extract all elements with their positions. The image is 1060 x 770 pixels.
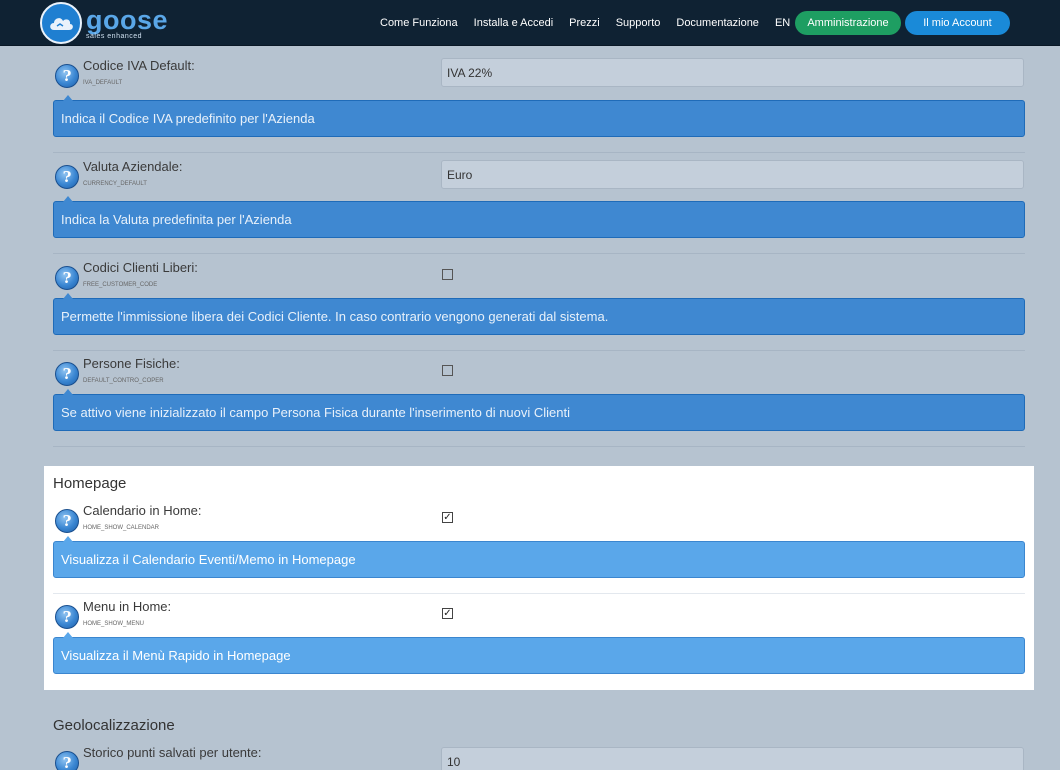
brand-tagline: sales enhanced: [86, 32, 143, 40]
setting-label: Codice IVA Default:: [83, 58, 195, 73]
settings-panel: ? Codice IVA Default: IVA_DEFAULT IVA 22…: [44, 46, 1034, 770]
cloud-bird-icon: [40, 2, 82, 44]
language-switch[interactable]: EN: [775, 17, 790, 29]
setting-label: Storico punti salvati per utente:: [83, 745, 262, 760]
divider: [53, 593, 1025, 594]
geo-history-input[interactable]: 10: [441, 747, 1024, 770]
currency-default-input[interactable]: Euro: [441, 160, 1024, 189]
help-icon[interactable]: ?: [55, 266, 79, 290]
setting-description: Visualizza il Menù Rapido in Homepage: [53, 632, 1025, 674]
divider: [53, 446, 1025, 447]
setting-label: Calendario in Home:: [83, 503, 202, 518]
persone-fisiche-checkbox[interactable]: [442, 365, 453, 376]
setting-description: Indica la Valuta predefinita per l'Azien…: [53, 196, 1025, 238]
brand-logo[interactable]: goose sales enhanced: [40, 2, 168, 44]
nav-link-come-funziona[interactable]: Come Funziona: [380, 17, 458, 29]
nav-link-prezzi[interactable]: Prezzi: [569, 17, 600, 29]
setting-label: Codici Clienti Liberi:: [83, 260, 198, 275]
help-icon[interactable]: ?: [55, 751, 79, 770]
account-button[interactable]: Il mio Account: [905, 11, 1010, 35]
brand-name: goose: [86, 4, 169, 35]
top-navbar: goose sales enhanced Come Funziona Insta…: [0, 0, 1060, 46]
help-icon[interactable]: ?: [55, 509, 79, 533]
free-customer-code-checkbox[interactable]: [442, 269, 453, 280]
help-icon[interactable]: ?: [55, 165, 79, 189]
setting-label: Valuta Aziendale:: [83, 159, 183, 174]
setting-code: DEFAULT_CONTRO_COPER: [83, 378, 164, 384]
home-show-calendar-checkbox[interactable]: ✓: [442, 512, 453, 523]
iva-default-input[interactable]: IVA 22%: [441, 58, 1024, 87]
divider: [53, 350, 1025, 351]
setting-description: Indica il Codice IVA predefinito per l'A…: [53, 95, 1025, 137]
setting-code: HOME_SHOW_CALENDAR: [83, 525, 160, 531]
help-icon[interactable]: ?: [55, 362, 79, 386]
help-icon[interactable]: ?: [55, 605, 79, 629]
setting-description: Se attivo viene inizializzato il campo P…: [53, 389, 1025, 431]
setting-code: HOME_SHOW_MENU: [83, 621, 145, 627]
setting-code: IVA_DEFAULT: [83, 80, 123, 86]
setting-code: FREE_CUSTOMER_CODE: [83, 282, 158, 288]
nav-link-documentazione[interactable]: Documentazione: [676, 17, 759, 29]
help-icon[interactable]: ?: [55, 64, 79, 88]
homepage-section: Homepage ? Calendario in Home: HOME_SHOW…: [44, 466, 1034, 690]
divider: [53, 152, 1025, 153]
section-title: Homepage: [53, 475, 127, 492]
setting-label: Menu in Home:: [83, 599, 172, 614]
nav-link-installa[interactable]: Installa e Accedi: [474, 17, 554, 29]
setting-code: CURRENCY_DEFAULT: [83, 181, 147, 187]
setting-label: Persone Fisiche:: [83, 356, 180, 371]
admin-button[interactable]: Amministrazione: [795, 11, 901, 35]
nav-links: Come Funziona Installa e Accedi Prezzi S…: [372, 0, 798, 46]
home-show-menu-checkbox[interactable]: ✓: [442, 608, 453, 619]
divider: [53, 253, 1025, 254]
nav-link-supporto[interactable]: Supporto: [616, 17, 661, 29]
setting-description: Visualizza il Calendario Eventi/Memo in …: [53, 536, 1025, 578]
section-title: Geolocalizzazione: [53, 717, 175, 734]
setting-description: Permette l'immissione libera dei Codici …: [53, 293, 1025, 335]
